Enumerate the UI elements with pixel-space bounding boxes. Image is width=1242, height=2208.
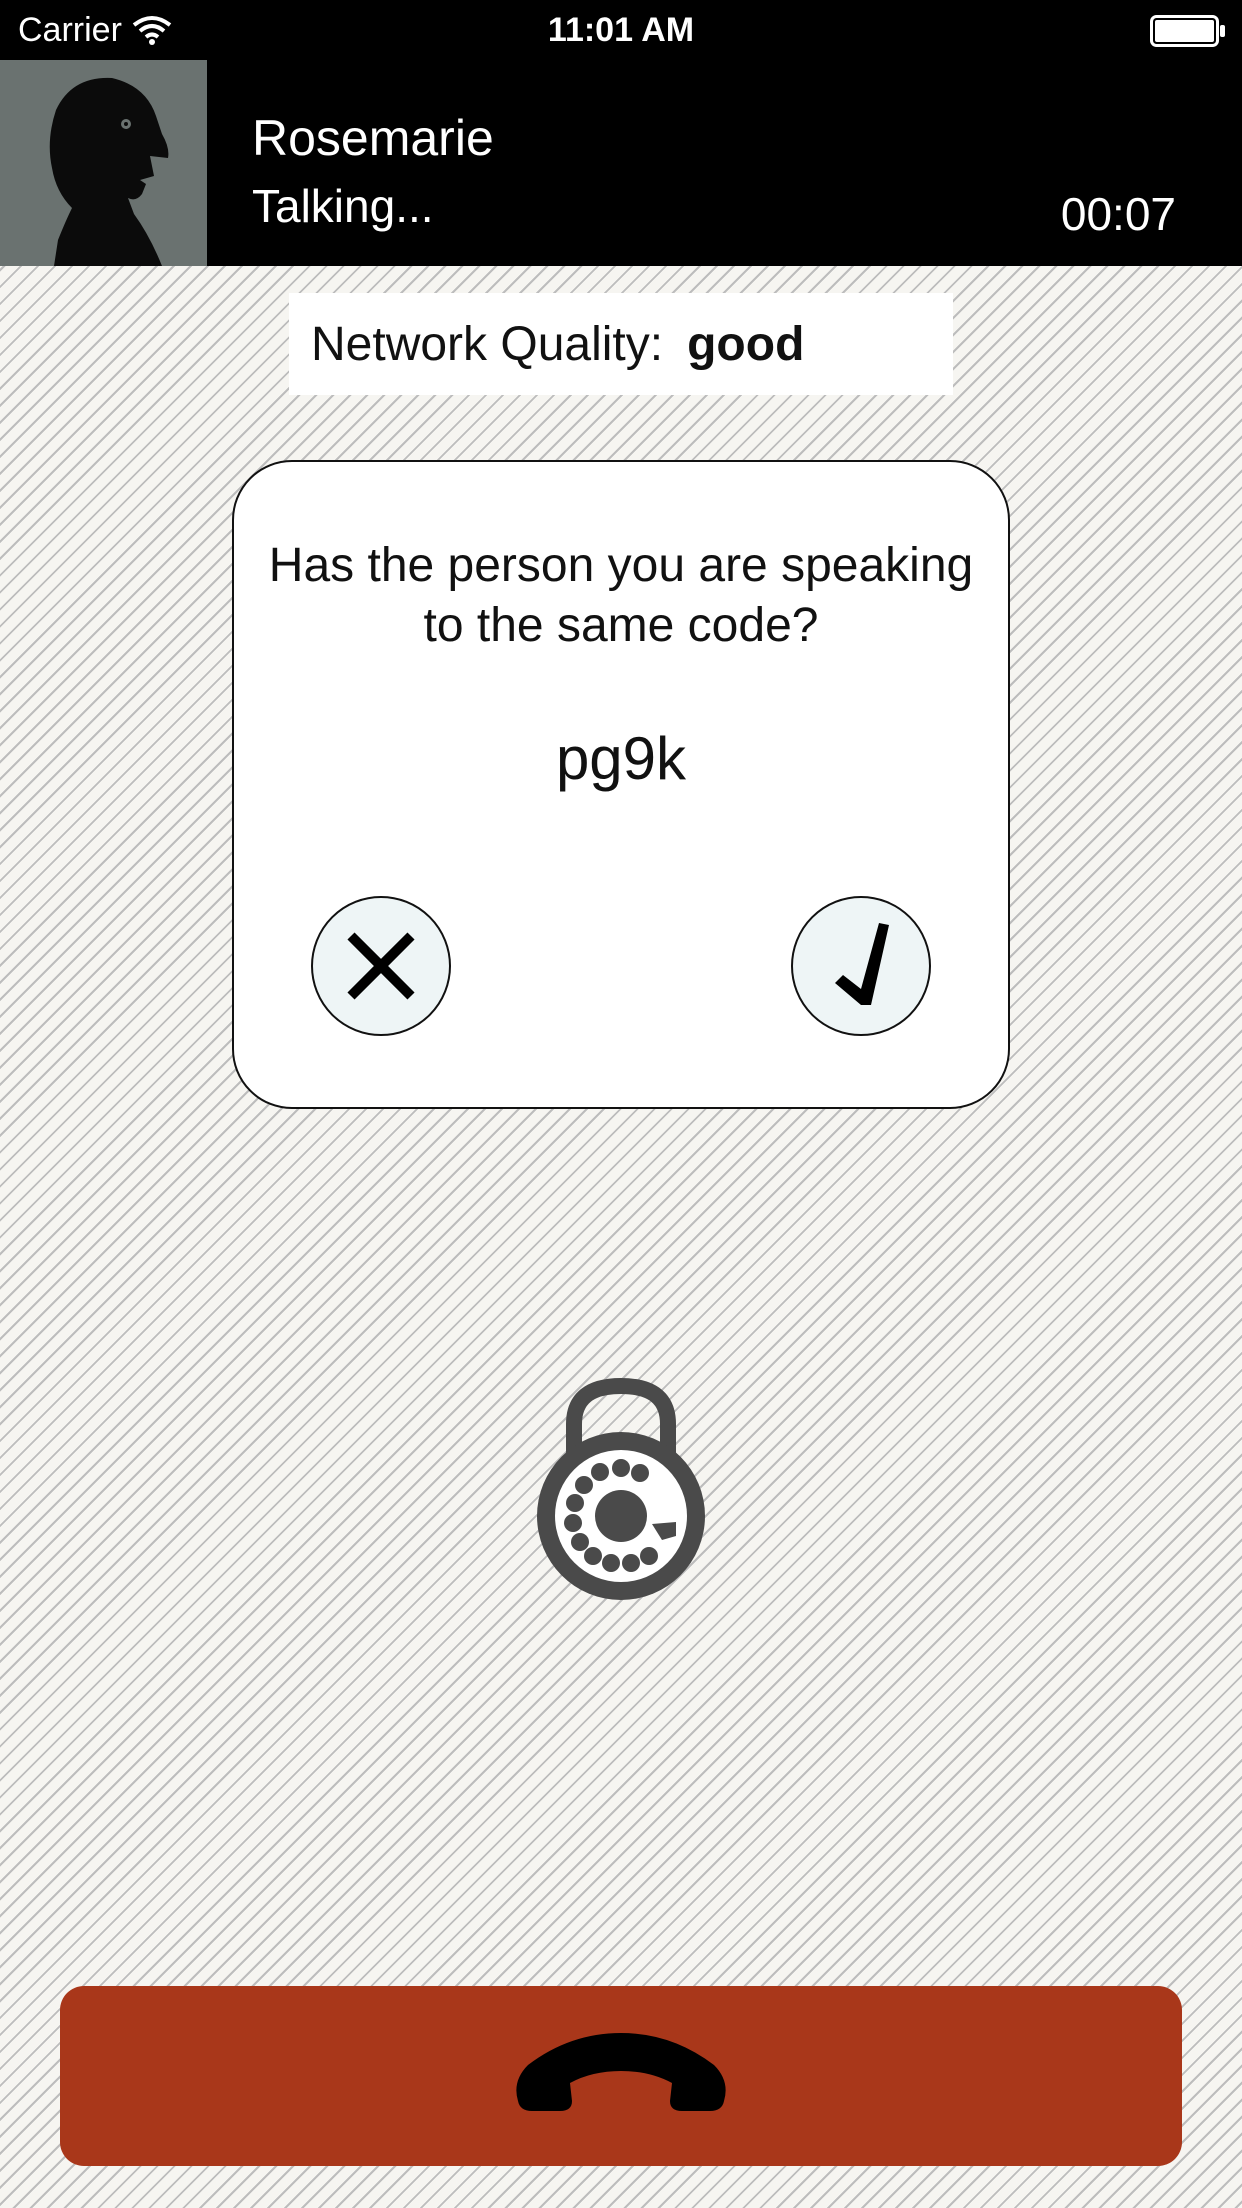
hangup-button[interactable] <box>60 1986 1182 2166</box>
network-quality-label: Network Quality: <box>311 317 664 371</box>
verification-question: Has the person you are speaking to the s… <box>268 539 974 652</box>
phone-hangup-icon <box>516 2033 726 2111</box>
verification-dialog: Has the person you are speaking to the s… <box>232 460 1010 1109</box>
status-time: 11:01 AM <box>547 11 695 49</box>
person-silhouette-icon <box>49 77 169 266</box>
avatar <box>0 60 207 266</box>
network-quality-value: good <box>687 317 805 371</box>
x-icon <box>347 932 415 1000</box>
status-bar: Carrier 11:01 AM <box>0 0 1242 60</box>
rotary-lock-icon <box>537 1377 705 1600</box>
battery-icon <box>1150 15 1225 47</box>
verification-code: pg9k <box>555 725 687 792</box>
call-timer: 00:07 <box>1060 188 1176 240</box>
call-status: Talking... <box>252 180 434 232</box>
call-header: Rosemarie Talking... 00:07 <box>0 60 1242 266</box>
network-quality-panel: Network Quality: good <box>289 293 953 395</box>
reject-code-button[interactable] <box>311 896 451 1036</box>
checkmark-icon <box>835 923 889 1005</box>
confirm-code-button[interactable] <box>791 896 931 1036</box>
contact-name: Rosemarie <box>252 110 494 166</box>
